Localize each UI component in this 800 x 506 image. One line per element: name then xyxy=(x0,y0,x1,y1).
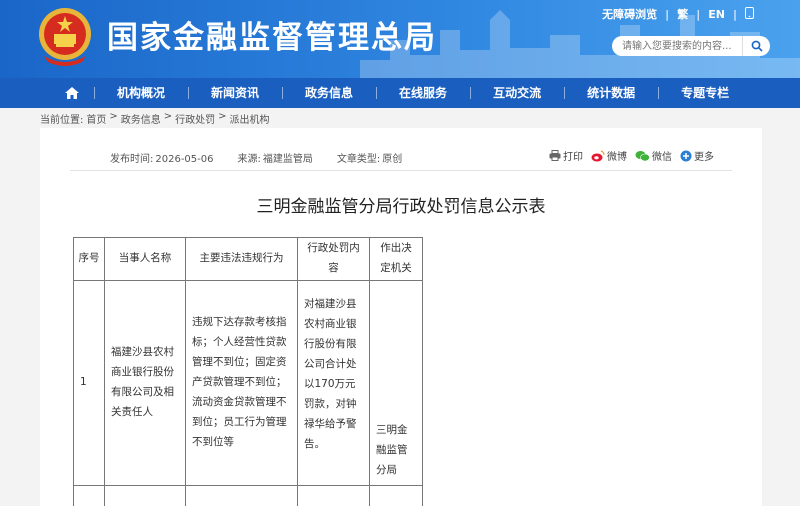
breadcrumb-home[interactable]: 首页 xyxy=(86,111,106,126)
article-panel: 发布时间: 2026-05-06 来源: 福建监管局 文章类型: 原创 打印 微博 微… xyxy=(40,128,762,506)
penalty-table: 序号 当事人名称 主要违法违规行为 行政处罚内容 作出决定机关 1 福建沙县农村… xyxy=(73,237,423,506)
weibo-icon xyxy=(591,149,605,161)
weibo-share-button[interactable]: 微博 xyxy=(591,148,627,163)
nav-item-online-service[interactable]: 在线服务 xyxy=(376,78,470,108)
nav-item-interaction[interactable]: 互动交流 xyxy=(470,78,564,108)
breadcrumb-separator: > xyxy=(163,111,173,122)
breadcrumb-label: 当前位置: xyxy=(40,115,84,126)
col-header-number: 序号 xyxy=(73,237,105,281)
print-label: 打印 xyxy=(563,152,583,163)
home-icon xyxy=(65,87,79,99)
top-links: 无障碍浏览 | 繁 | EN | xyxy=(594,6,762,22)
cell-number: 1 xyxy=(73,280,105,486)
breadcrumb-penalty[interactable]: 行政处罚 xyxy=(175,111,215,126)
search-input[interactable] xyxy=(612,36,742,56)
source-value: 福建监管局 xyxy=(262,154,313,165)
publish-date-label: 发布时间: xyxy=(110,154,154,165)
table-row xyxy=(73,485,423,506)
weibo-label: 微博 xyxy=(607,152,627,163)
home-button[interactable] xyxy=(50,86,94,100)
accessibility-link[interactable]: 无障碍浏览 xyxy=(594,6,665,22)
nav-item-government-info[interactable]: 政务信息 xyxy=(282,78,376,108)
nav-item-about[interactable]: 机构概况 xyxy=(94,78,188,108)
col-header-party: 当事人名称 xyxy=(104,237,186,281)
breadcrumb-branch[interactable]: 派出机构 xyxy=(230,111,270,126)
wechat-icon xyxy=(635,150,650,161)
mobile-icon[interactable] xyxy=(737,6,762,22)
breadcrumb: 当前位置: 首页 > 政务信息 > 行政处罚 > 派出机构 xyxy=(40,111,270,126)
col-header-authority: 作出决定机关 xyxy=(369,237,423,281)
link-separator: | xyxy=(696,7,701,21)
traditional-chinese-link[interactable]: 繁 xyxy=(669,6,696,22)
print-button[interactable]: 打印 xyxy=(549,148,583,163)
more-share-button[interactable]: 更多 xyxy=(680,148,714,163)
site-title: 国家金融监督管理总局 xyxy=(107,20,437,56)
cell-violation: 违规下达存款考核指标；个人经营性贷款管理不到位；固定资产贷款管理不到位；流动资金… xyxy=(185,280,298,486)
article-meta: 发布时间: 2026-05-06 来源: 福建监管局 文章类型: 原创 xyxy=(110,150,404,165)
search-button[interactable] xyxy=(742,36,770,56)
wechat-share-button[interactable]: 微信 xyxy=(635,148,672,163)
site-header: 国家金融监督管理总局 无障碍浏览 | 繁 | EN | xyxy=(0,0,800,78)
article-type-label: 文章类型: xyxy=(336,154,381,165)
breadcrumb-separator: > xyxy=(218,111,227,122)
table-header-row: 序号 当事人名称 主要违法违规行为 行政处罚内容 作出决定机关 xyxy=(73,237,423,281)
search-icon xyxy=(751,40,763,52)
cell-party: 福建沙县农村商业银行股份有限公司及相关责任人 xyxy=(104,280,186,486)
national-emblem-logo xyxy=(39,8,91,66)
plus-icon xyxy=(680,150,692,161)
link-separator: | xyxy=(732,7,737,21)
cell-penalty: 对福建沙县农村商业银行股份有限公司合计处以170万元罚款，对钟禄华给予警告。 xyxy=(297,280,370,486)
nav-item-statistics[interactable]: 统计数据 xyxy=(564,78,658,108)
cell-authority: 三明金融监管分局 xyxy=(369,280,423,486)
source-label: 来源: xyxy=(237,154,261,165)
breadcrumb-government-info[interactable]: 政务信息 xyxy=(121,111,161,126)
main-nav: 机构概况 新闻资讯 政务信息 在线服务 互动交流 统计数据 专题专栏 xyxy=(0,78,800,108)
document-title: 三明金融监管分局行政处罚信息公示表 xyxy=(256,197,546,217)
link-separator: | xyxy=(665,7,670,21)
article-type: 原创 xyxy=(382,154,403,165)
publish-date: 2026-05-06 xyxy=(155,154,214,165)
nav-item-news[interactable]: 新闻资讯 xyxy=(188,78,282,108)
share-toolbar: 打印 微博 微信 更多 xyxy=(549,148,714,163)
more-label: 更多 xyxy=(694,152,714,163)
col-header-violation: 主要违法违规行为 xyxy=(185,237,298,281)
meta-divider xyxy=(70,170,732,171)
wechat-label: 微信 xyxy=(652,152,672,163)
printer-icon xyxy=(549,150,561,161)
breadcrumb-separator: > xyxy=(109,111,118,122)
col-header-penalty: 行政处罚内容 xyxy=(297,237,370,281)
english-link[interactable]: EN xyxy=(700,8,733,21)
table-row: 1 福建沙县农村商业银行股份有限公司及相关责任人 违规下达存款考核指标；个人经营… xyxy=(73,280,423,486)
nav-item-special-topics[interactable]: 专题专栏 xyxy=(658,78,752,108)
